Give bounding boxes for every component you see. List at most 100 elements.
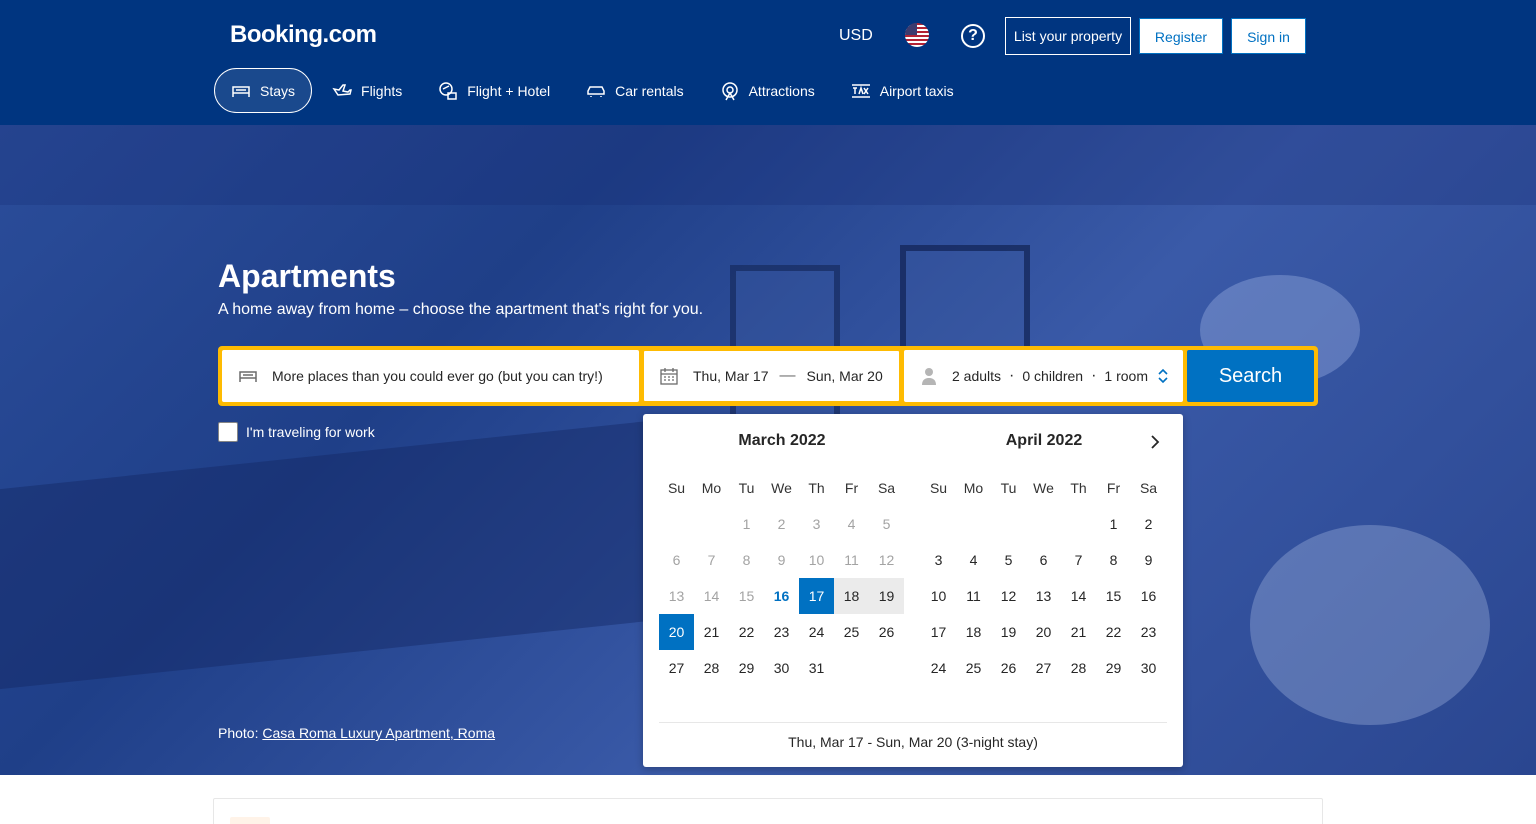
weekday-label: We (1033, 480, 1054, 496)
calendar-day[interactable]: 9 (1131, 542, 1166, 578)
us-flag-icon[interactable] (905, 23, 929, 47)
work-travel-checkbox[interactable]: I'm traveling for work (218, 422, 375, 442)
calendar-day[interactable]: 30 (1131, 650, 1166, 686)
person-icon (922, 368, 936, 385)
calendar-day[interactable]: 30 (764, 650, 799, 686)
weekday-label: Mo (701, 480, 722, 496)
nav-item-attractions[interactable]: Attractions (704, 68, 831, 113)
search-button[interactable]: Search (1187, 350, 1314, 402)
checkin-date[interactable]: Thu, Mar 17 (693, 368, 768, 384)
date-range-field[interactable]: Thu, Mar 17 — Sun, Mar 20 (643, 350, 900, 402)
flight-hotel-icon (439, 81, 457, 100)
calendar-day[interactable]: 14 (1061, 578, 1096, 614)
calendar-day[interactable]: 4 (956, 542, 991, 578)
calendar-day[interactable]: 2 (1131, 506, 1166, 542)
attractions-icon (721, 81, 738, 100)
currency-selector[interactable]: USD (839, 27, 873, 45)
search-bar: More places than you could ever go (but … (218, 346, 1318, 406)
nav-label: Airport taxis (879, 82, 954, 99)
calendar-empty-cell (1061, 506, 1096, 542)
calendar-day[interactable]: 23 (764, 614, 799, 650)
calendar-day: 5 (882, 516, 891, 532)
nav-item-flights[interactable]: Flights (316, 68, 418, 113)
weekday-label: Tu (738, 480, 755, 496)
register-button[interactable]: Register (1139, 18, 1223, 54)
weekday-label: Su (667, 480, 686, 496)
calendar-day[interactable]: 25 (956, 650, 991, 686)
guests-field[interactable]: 2 adults · 0 children · 1 room (904, 350, 1183, 402)
calendar-day[interactable]: 20 (659, 614, 694, 650)
chevron-right-icon[interactable] (1148, 434, 1162, 450)
weekday-label: Fr (844, 480, 859, 496)
bed-icon (239, 371, 257, 382)
help-icon[interactable]: ? (961, 24, 985, 48)
nav-label: Flights (361, 82, 403, 99)
checkout-date[interactable]: Sun, Mar 20 (806, 368, 882, 384)
calendar-day[interactable]: 16 (1131, 578, 1166, 614)
calendar-day[interactable]: 13 (1026, 578, 1061, 614)
calendar-day[interactable]: 24 (799, 614, 834, 650)
calendar-day[interactable]: 27 (659, 650, 694, 686)
calendar-day[interactable]: 27 (1026, 650, 1061, 686)
month-title: March 2022 (738, 432, 826, 449)
calendar-day[interactable]: 31 (799, 650, 834, 686)
calendar-day[interactable]: 19 (991, 614, 1026, 650)
calendar-day[interactable]: 17 (799, 578, 834, 614)
calendar-day[interactable]: 23 (1131, 614, 1166, 650)
photo-credit-label: Photo: (218, 725, 259, 741)
booking-logo[interactable]: Booking.com (230, 21, 377, 49)
calendar-day[interactable]: 15 (1096, 578, 1131, 614)
photo-credit-link[interactable]: Casa Roma Luxury Apartment, Roma (262, 725, 495, 741)
calendar-day[interactable]: 26 (869, 614, 904, 650)
calendar-day[interactable]: 22 (729, 614, 764, 650)
calendar-day[interactable]: 25 (834, 614, 869, 650)
page-subtitle: A home away from home – choose the apart… (218, 301, 704, 318)
calendar-day[interactable]: 3 (921, 542, 956, 578)
calendar-day[interactable]: 28 (694, 650, 729, 686)
calendar-day[interactable]: 21 (1061, 614, 1096, 650)
calendar-day[interactable]: 10 (921, 578, 956, 614)
calendar-day[interactable]: 17 (921, 614, 956, 650)
nav-item-airport-taxis[interactable]: Airport taxis (835, 68, 970, 113)
calendar-day: 8 (742, 552, 751, 568)
hero-background-table (0, 420, 650, 690)
calendar-day[interactable]: 29 (1096, 650, 1131, 686)
calendar-grid: Su Mo Tu We Th Fr Sa 1 2 3 4 5 6 7 8 9 10 11 12 13 14 15 16 17 1… (921, 470, 1167, 686)
calendar-day[interactable]: 16 (764, 578, 799, 614)
calendar-day[interactable]: 19 (869, 578, 904, 614)
calendar-day[interactable]: 12 (991, 578, 1026, 614)
calendar-day[interactable]: 11 (956, 578, 991, 614)
calendar-day: 1 (742, 516, 751, 532)
site-header: Booking.com USD ? List your property Reg… (0, 0, 1536, 125)
calendar-empty-cell (921, 506, 956, 542)
calendar-day[interactable]: 24 (921, 650, 956, 686)
checkbox[interactable] (218, 422, 238, 442)
nav-item-flight-hotel[interactable]: Flight + Hotel (422, 68, 566, 113)
calendar-day[interactable]: 21 (694, 614, 729, 650)
calendar-day[interactable]: 18 (956, 614, 991, 650)
calendar-day[interactable]: 22 (1096, 614, 1131, 650)
calendar-day[interactable]: 1 (1096, 506, 1131, 542)
calendar-day[interactable]: 20 (1026, 614, 1061, 650)
nav-item-car-rentals[interactable]: Car rentals (570, 68, 699, 113)
calendar-day[interactable]: 7 (1061, 542, 1096, 578)
calendar-day[interactable]: 8 (1096, 542, 1131, 578)
nav-item-stays[interactable]: Stays (214, 68, 313, 113)
calendar-day[interactable]: 26 (991, 650, 1026, 686)
calendar-day: 7 (707, 552, 716, 568)
calendar-grid: Su Mo Tu We Th Fr Sa 1 2 3 4 5 6 7 8 9 10 11 12 13 14 15 16 17 1… (659, 470, 905, 686)
calendar-day[interactable]: 5 (991, 542, 1026, 578)
plane-icon (332, 83, 352, 96)
list-property-button[interactable]: List your property (1005, 17, 1131, 55)
calendar-day: 4 (847, 516, 856, 532)
calendar-day[interactable]: 18 (834, 578, 869, 614)
nav-label: Attractions (748, 82, 815, 99)
calendar-day[interactable]: 6 (1026, 542, 1061, 578)
destination-field[interactable]: More places than you could ever go (but … (222, 350, 639, 402)
weekday-label: Tu (1000, 480, 1017, 496)
calendar-empty-cell (694, 506, 729, 542)
calendar-day[interactable]: 29 (729, 650, 764, 686)
weekday-label: Sa (1139, 480, 1158, 496)
calendar-day[interactable]: 28 (1061, 650, 1096, 686)
sign-in-button[interactable]: Sign in (1231, 18, 1306, 54)
